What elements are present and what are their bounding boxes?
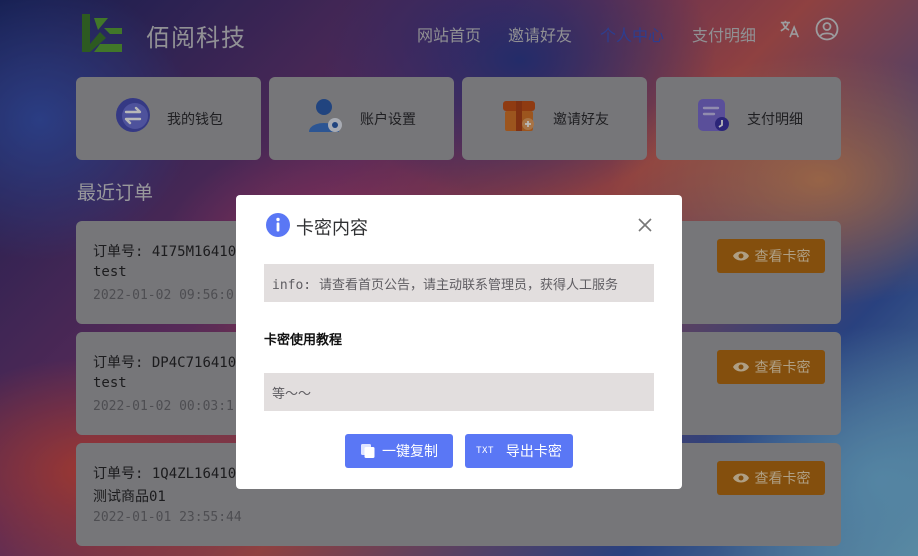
- copy-button[interactable]: 一键复制: [345, 434, 453, 468]
- dialog-title: 卡密内容: [296, 218, 368, 239]
- tutorial-content: 等～～: [264, 373, 654, 411]
- txt-file-icon: TXT: [476, 446, 494, 456]
- close-icon[interactable]: [637, 217, 653, 233]
- copy-icon: [361, 444, 375, 458]
- card-key-content: info: 请查看首页公告，请主动联系管理员，获得人工服务: [264, 264, 654, 302]
- tutorial-heading: 卡密使用教程: [264, 333, 343, 348]
- export-button[interactable]: TXT 导出卡密: [465, 434, 573, 468]
- card-key-dialog: 卡密内容 info: 请查看首页公告，请主动联系管理员，获得人工服务 卡密使用教…: [236, 195, 682, 489]
- info-icon: [266, 213, 290, 237]
